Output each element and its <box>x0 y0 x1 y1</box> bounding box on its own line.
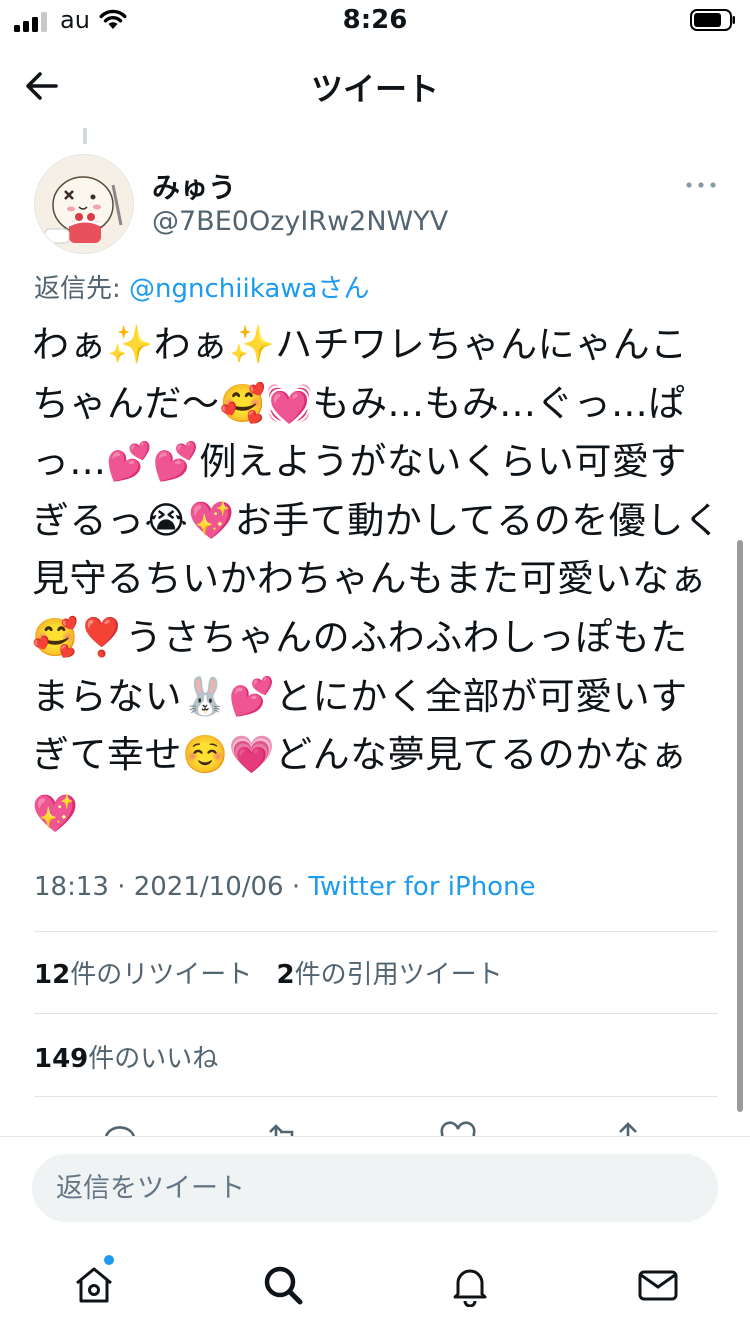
scrollbar[interactable] <box>737 540 743 1112</box>
avatar[interactable] <box>34 154 134 254</box>
share-icon[interactable] <box>608 1120 648 1136</box>
likes-link[interactable]: 149件のいいね <box>34 1044 218 1074</box>
status-time: 8:26 <box>342 5 408 35</box>
divider <box>34 931 718 932</box>
bottom-bar <box>0 1136 750 1334</box>
quotes-link[interactable]: 2件の引用ツイート <box>276 960 502 990</box>
like-stats: 149件のいいね <box>34 1038 218 1075</box>
thread-connector <box>83 128 87 144</box>
retweet-stats: 12件のリツイート 2件の引用ツイート <box>34 954 503 991</box>
tweet-timestamp: 18:13 · 2021/10/06 · <box>34 872 309 902</box>
heart-icon[interactable] <box>438 1120 478 1136</box>
author-handle[interactable]: @7BE0OzyIRw2NWYV <box>152 206 448 237</box>
tweet-source-link[interactable]: Twitter for iPhone <box>308 872 535 902</box>
reply-to-prefix: 返信先: <box>34 274 130 304</box>
tweet-text: わぁ✨わぁ✨ハチワレちゃんにゃんこちゃんだ〜🥰💓もみ...もみ...ぐっ...ぱ… <box>32 323 722 835</box>
notification-dot <box>104 1255 114 1265</box>
tweet-action-bar <box>0 1112 750 1136</box>
home-icon[interactable] <box>72 1263 116 1307</box>
divider <box>34 1096 718 1097</box>
quote-count: 2 <box>276 960 295 990</box>
like-count: 149 <box>34 1044 89 1074</box>
status-bar: au 8:26 <box>0 0 750 44</box>
comment-icon[interactable] <box>100 1120 140 1136</box>
search-icon[interactable] <box>261 1263 305 1307</box>
nav-bar: ツイート <box>0 44 750 128</box>
like-label: 件のいいね <box>88 1044 219 1074</box>
mail-icon[interactable] <box>636 1263 680 1307</box>
battery-icon <box>690 9 735 31</box>
author-name[interactable]: みゅう <box>152 166 236 206</box>
divider <box>34 1013 718 1014</box>
retweet-icon[interactable] <box>264 1120 304 1136</box>
retweet-label: 件のリツイート <box>70 960 253 990</box>
retweet-count: 12 <box>34 960 71 990</box>
quote-label: 件の引用ツイート <box>294 960 503 990</box>
reply-to-line: 返信先: @ngnchiikawaさん <box>34 268 369 305</box>
bell-icon[interactable] <box>448 1263 492 1307</box>
tweet-meta: 18:13 · 2021/10/06 · Twitter for iPhone <box>34 872 536 902</box>
page-title: ツイート <box>310 70 439 108</box>
more-dots-icon[interactable] <box>684 174 718 196</box>
retweets-link[interactable]: 12件のリツイート <box>34 960 252 990</box>
reply-to-mention-link[interactable]: @ngnchiikawaさん <box>129 274 369 304</box>
avatar-illustration <box>35 155 133 253</box>
reply-input[interactable] <box>32 1154 718 1222</box>
